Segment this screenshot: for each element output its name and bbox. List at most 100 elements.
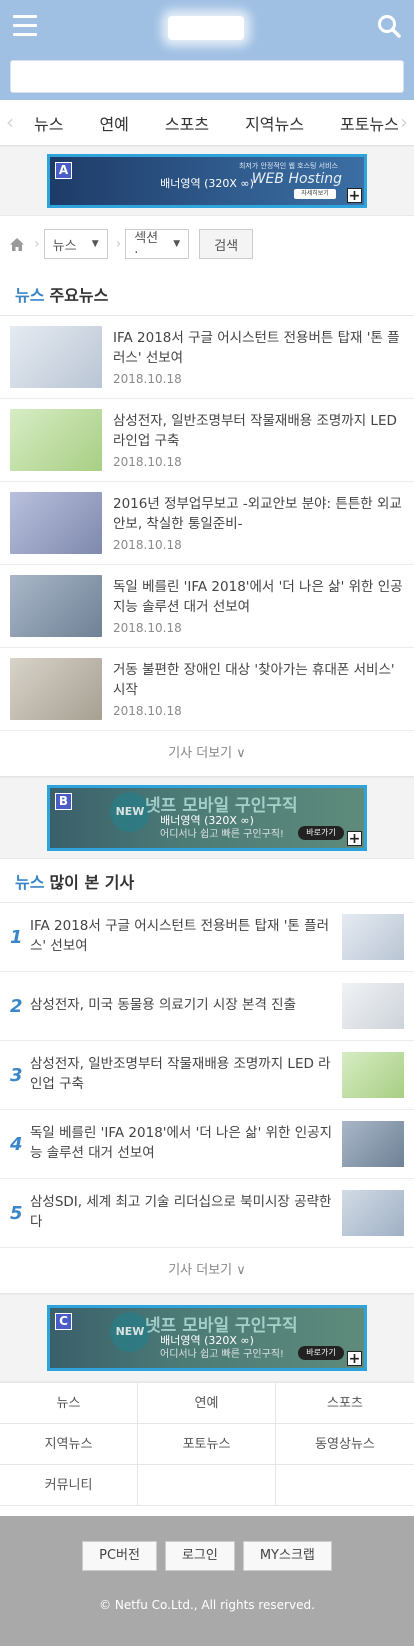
news-title: 2016년 정부업무보고 -외교안보 분야: 튼튼한 외교안보, 착실한 통일준… [113,495,402,532]
banner-a[interactable]: A 최저가 안정적인 웹 호스팅 서비스 WEB Hosting 배너영역 (3… [47,154,367,208]
bottom-nav-sports[interactable]: 스포츠 [276,1382,414,1423]
popular-item[interactable]: 3 삼성전자, 일반조명부터 작물재배용 조명까지 LED 라인업 구축 [0,1041,414,1110]
news-title: 독일 베를린 'IFA 2018'에서 '더 나은 삶' 위한 인공지능 솔루션… [113,578,403,615]
category-select-value: 뉴스 [52,238,77,254]
banner-b-button[interactable]: 바로가기 [298,826,344,840]
popular-item[interactable]: 1 IFA 2018서 구글 어시스턴트 전용버튼 탑재 '톤 플러스' 선보여 [0,903,414,972]
bottom-nav-photo-news[interactable]: 포토뉴스 [138,1423,276,1464]
news-date: 2018.10.18 [113,372,182,387]
news-item[interactable]: 거동 불편한 장애인 대상 '찾아가는 휴대폰 서비스' 시작 2018.10.… [0,648,414,731]
news-thumbnail [10,575,102,637]
news-item[interactable]: 2016년 정부업무보고 -외교안보 분야: 튼튼한 외교안보, 착실한 통일준… [0,482,414,565]
copyright: © Netfu Co.Ltd., All rights reserved. [99,1598,315,1612]
login-button[interactable]: 로그인 [164,1541,235,1571]
breadcrumb-search-button[interactable]: 검색 [199,229,254,259]
popular-news-title-hl: 뉴스 [15,872,45,892]
main-news-title: 뉴스 주요뉴스 [0,272,414,316]
bottom-nav-community[interactable]: 커뮤니티 [0,1464,138,1505]
news-date: 2018.10.18 [113,538,182,553]
footer: PC버전 로그인 MY스크랩 © Netfu Co.Ltd., All righ… [0,1516,414,1646]
banner-a-button[interactable]: 자세히보기 [294,189,336,199]
plus-icon: + [347,1351,362,1367]
news-thumbnail [10,409,102,471]
main-news-title-text: 주요뉴스 [49,285,109,305]
search-icon[interactable] [376,13,402,39]
banner-b[interactable]: NEW 넷프 모바일 구인구직 B 배너영역 (320X ∞) 어디서나 쉽고 … [47,785,367,851]
plus-icon: + [347,831,362,847]
banner-a-area: A 최저가 안정적인 웹 호스팅 서비스 WEB Hosting 배너영역 (3… [0,146,414,216]
popular-title: 삼성SDI, 세계 최고 기술 리더십으로 북미시장 공략한다 [30,1194,332,1230]
nav-item-entertainment[interactable]: 연예 [81,111,146,135]
caret-down-icon: ▼ [173,239,181,249]
popular-rank: 3 [10,1064,23,1086]
bottom-nav-entertainment[interactable]: 연예 [138,1382,276,1423]
bottom-nav-news[interactable]: 뉴스 [0,1382,138,1423]
home-icon[interactable] [10,237,24,251]
pc-version-button[interactable]: PC버전 [82,1541,157,1571]
news-thumbnail [10,492,102,554]
banner-b-area: NEW 넷프 모바일 구인구직 B 배너영역 (320X ∞) 어디서나 쉽고 … [0,777,414,859]
main-news-list: IFA 2018서 구글 어시스턴트 전용버튼 탑재 '톤 플러스' 선보여 2… [0,316,414,731]
popular-title: 삼성전자, 일반조명부터 작물재배용 조명까지 LED 라인업 구축 [30,1056,331,1092]
section-select[interactable]: 섹션 · ▼ [125,229,190,261]
news-thumbnail [10,658,102,720]
news-date: 2018.10.18 [113,455,182,470]
banner-c-button[interactable]: 바로가기 [298,1346,344,1360]
site-logo[interactable] [168,16,244,40]
popular-title: 독일 베를린 'IFA 2018'에서 '더 나은 삶' 위한 인공지능 솔루션… [30,1125,332,1161]
popular-news-list: 1 IFA 2018서 구글 어시스턴트 전용버튼 탑재 '톤 플러스' 선보여… [0,903,414,1248]
news-item[interactable]: IFA 2018서 구글 어시스턴트 전용버튼 탑재 '톤 플러스' 선보여 2… [0,316,414,399]
bottom-nav: 뉴스 연예 스포츠 지역뉴스 포토뉴스 동영상뉴스 커뮤니티 [0,1382,414,1506]
popular-thumbnail [342,1190,404,1236]
main-news-more-link[interactable]: 기사 더보기 ∨ [0,731,414,777]
popular-more-link[interactable]: 기사 더보기 ∨ [0,1248,414,1294]
popular-rank: 2 [10,995,23,1017]
section-select-value: 섹션 · [134,231,159,261]
hamburger-menu-icon[interactable] [13,15,37,37]
banner-c[interactable]: NEW 넷프 모바일 구인구직 C 배너영역 (320X ∞) 어디서나 쉽고 … [47,1305,367,1371]
banner-b-letter: B [55,793,72,810]
news-date: 2018.10.18 [113,621,182,636]
news-thumbnail [10,326,102,388]
popular-thumbnail [342,983,404,1029]
news-title: 거동 불편한 장애인 대상 '찾아가는 휴대폰 서비스' 시작 [113,661,395,698]
news-item[interactable]: 독일 베를린 'IFA 2018'에서 '더 나은 삶' 위한 인공지능 솔루션… [0,565,414,648]
bottom-nav-video-news[interactable]: 동영상뉴스 [276,1423,414,1464]
popular-thumbnail [342,1052,404,1098]
popular-item[interactable]: 2 삼성전자, 미국 동물용 의료기기 시장 본격 진출 [0,972,414,1041]
plus-icon: + [347,188,362,204]
banner-c-letter: C [55,1313,72,1330]
popular-rank: 4 [10,1133,23,1155]
banner-b-subtext: 어디서나 쉽고 빠른 구인구직! [160,829,284,840]
banner-c-subtext: 어디서나 쉽고 빠른 구인구직! [160,1349,284,1360]
caret-down-icon: ▼ [91,239,99,249]
banner-c-area: NEW 넷프 모바일 구인구직 C 배너영역 (320X ∞) 어디서나 쉽고 … [0,1294,414,1382]
nav-item-news[interactable]: 뉴스 [16,111,81,135]
header [0,0,414,100]
chevron-right-icon: › [115,236,122,252]
nav-left-arrow-icon[interactable]: ‹ [6,110,14,134]
news-title: 삼성전자, 일반조명부터 작물재배용 조명까지 LED 라인업 구축 [113,412,397,449]
popular-title: IFA 2018서 구글 어시스턴트 전용버튼 탑재 '톤 플러스' 선보여 [30,918,329,954]
news-date: 2018.10.18 [113,704,182,719]
popular-news-title: 뉴스 많이 본 기사 [0,859,414,903]
footer-buttons: PC버전 로그인 MY스크랩 [0,1541,414,1571]
popular-thumbnail [342,914,404,960]
my-scrap-button[interactable]: MY스크랩 [242,1541,332,1571]
bottom-nav-empty [276,1464,414,1505]
category-select[interactable]: 뉴스 ▼ [43,229,108,259]
nav-right-arrow-icon[interactable]: › [400,110,408,134]
popular-rank: 1 [10,926,23,948]
nav-item-local-news[interactable]: 지역뉴스 [227,111,322,135]
popular-item[interactable]: 5 삼성SDI, 세계 최고 기술 리더십으로 북미시장 공략한다 [0,1179,414,1248]
main-nav: ‹ 뉴스 연예 스포츠 지역뉴스 포토뉴스 › [0,100,414,146]
popular-title: 삼성전자, 미국 동물용 의료기기 시장 본격 진출 [30,997,297,1014]
popular-news-title-text: 많이 본 기사 [49,872,135,892]
news-item[interactable]: 삼성전자, 일반조명부터 작물재배용 조명까지 LED 라인업 구축 2018.… [0,399,414,482]
popular-item[interactable]: 4 독일 베를린 'IFA 2018'에서 '더 나은 삶' 위한 인공지능 솔… [0,1110,414,1179]
bottom-nav-local-news[interactable]: 지역뉴스 [0,1423,138,1464]
search-input[interactable] [10,60,404,93]
breadcrumb: › 뉴스 ▼ › 섹션 · ▼ 검색 [0,216,414,272]
popular-thumbnail [342,1121,404,1167]
nav-item-sports[interactable]: 스포츠 [147,111,227,135]
